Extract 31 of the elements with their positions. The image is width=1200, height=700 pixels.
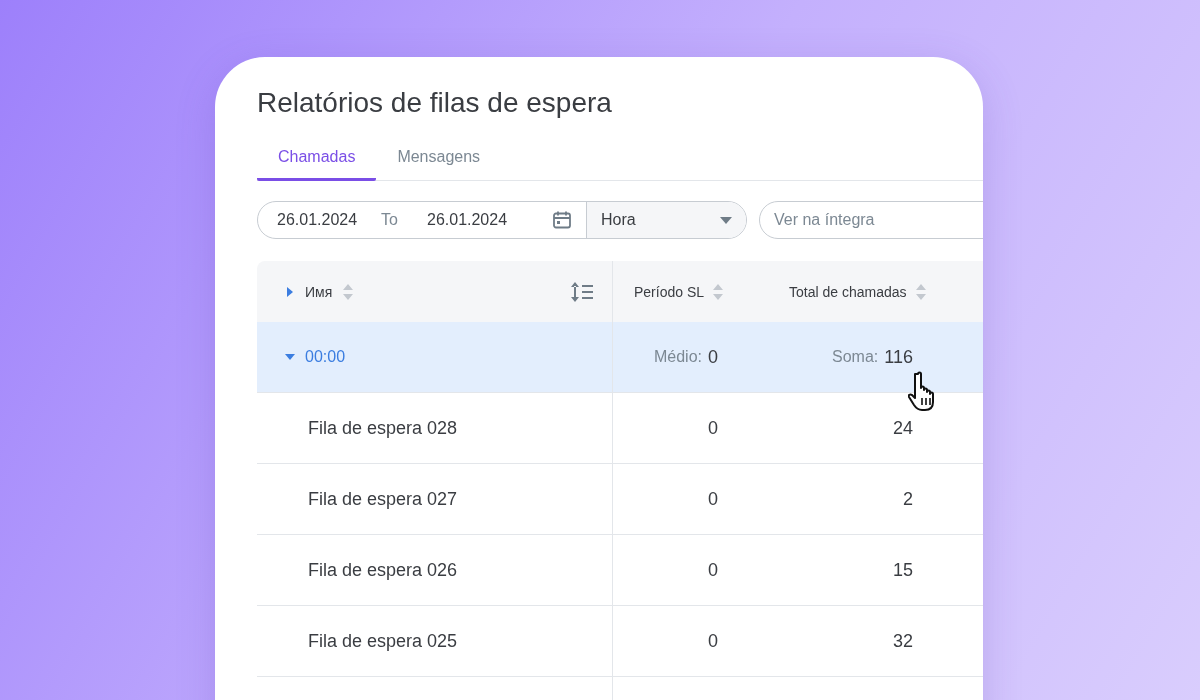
table-cell: Fila de espera 025: [308, 630, 458, 652]
tab[interactable]: Chamadas: [257, 139, 377, 181]
grouping-dropdown[interactable]: Hora: [586, 202, 746, 238]
table-cell: 0: [708, 559, 718, 581]
table-cell: 15: [892, 559, 913, 581]
average-label: Médio:: [653, 348, 702, 366]
caret-icon[interactable]: [285, 352, 295, 362]
table-cell: Fila de espera 026: [308, 559, 458, 581]
table-cell: 0: [708, 630, 718, 652]
group-row[interactable]: 00:00 Médio: 0 Soma: 116: [257, 322, 983, 393]
caret-icon[interactable]: [720, 216, 732, 224]
column-header[interactable]: Имя: [305, 283, 333, 300]
caret-icon[interactable]: [285, 286, 295, 297]
calendar-icon[interactable]: [552, 210, 572, 230]
table-cell: 0: [708, 417, 718, 439]
group-label: 00:00: [305, 348, 346, 366]
table-cell: Fila de espera 028: [308, 417, 458, 439]
sum-value: 116: [884, 346, 913, 368]
sum-label: Soma:: [832, 348, 879, 366]
tab[interactable]: Mensagens: [376, 139, 502, 181]
average-value: 0: [708, 346, 718, 368]
search-field[interactable]: Ver na íntegra: [759, 201, 983, 239]
page-title: Relatórios de filas de espera: [257, 87, 613, 120]
column-header[interactable]: Total de chamadas: [789, 283, 907, 300]
table-cell: 0: [708, 488, 718, 510]
row-height-icon[interactable]: [570, 280, 594, 303]
table-cell: Fila de espera 027: [308, 488, 458, 510]
table-cell: 2: [903, 488, 913, 510]
table-cell: 32: [892, 630, 913, 652]
column-header[interactable]: Período SL: [634, 283, 705, 300]
table-cell: 24: [892, 417, 913, 439]
